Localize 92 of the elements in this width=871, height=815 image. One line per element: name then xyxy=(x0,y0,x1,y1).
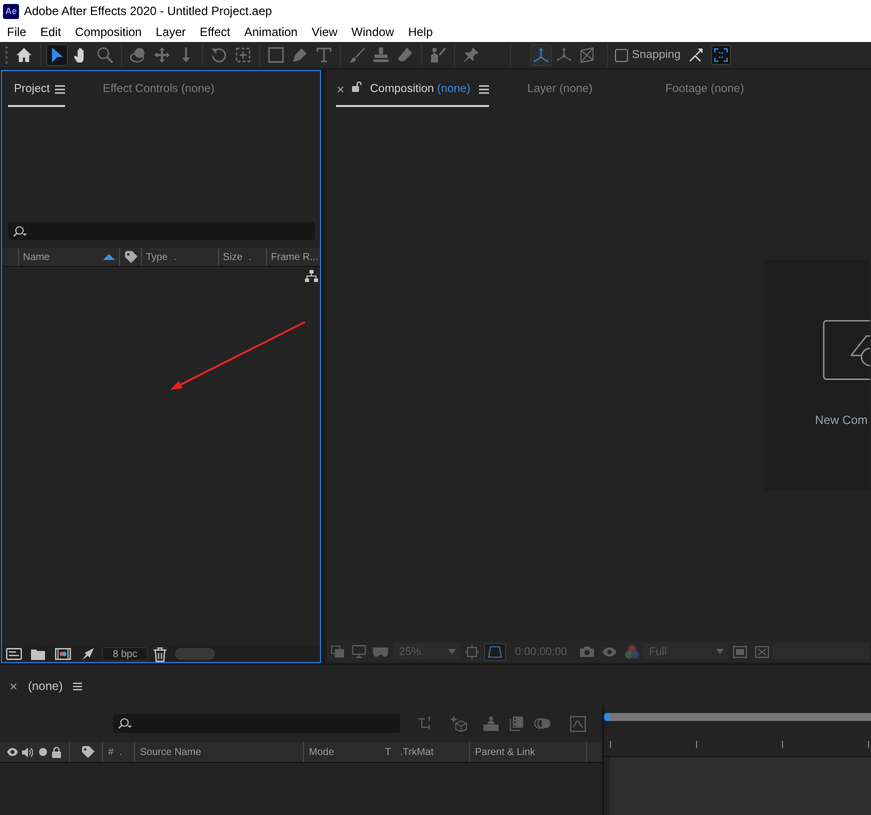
menu-icon[interactable] xyxy=(54,84,65,94)
branch-lines-icon[interactable] xyxy=(418,716,433,731)
column-header[interactable]: # xyxy=(108,746,114,758)
lock-icon[interactable] xyxy=(52,746,61,758)
tag-icon[interactable] xyxy=(82,746,96,758)
text-tool-icon xyxy=(316,47,332,63)
arrow-pointer-icon xyxy=(49,47,65,63)
panel-tab[interactable]: Effect Controls (none) xyxy=(96,71,214,107)
column-header[interactable]: Size xyxy=(223,252,242,262)
menu-item[interactable]: File xyxy=(0,22,34,42)
rotate-icon xyxy=(211,47,227,63)
close-icon[interactable] xyxy=(337,86,344,92)
menu-icon[interactable] xyxy=(479,84,490,94)
new-composition-button[interactable]: New Com xyxy=(764,260,870,490)
speaker-icon[interactable] xyxy=(22,746,33,758)
menu-item[interactable]: Animation xyxy=(237,22,305,42)
stamp-icon xyxy=(373,47,389,63)
panel-tab[interactable]: Composition (none) xyxy=(336,71,490,107)
column-header[interactable]: Parent & Link xyxy=(475,746,536,758)
sort-triangle-icon[interactable] xyxy=(103,254,115,260)
menu-item[interactable]: Layer xyxy=(148,22,193,42)
selection-tool-button[interactable] xyxy=(46,44,68,66)
brush-icon xyxy=(349,47,365,63)
card-lines-icon[interactable] xyxy=(6,648,22,660)
eraser-icon xyxy=(397,47,413,63)
column-marker: . xyxy=(120,746,122,758)
crossed-plane-icon xyxy=(579,47,595,63)
new-composition-icon xyxy=(823,320,870,380)
folder-icon[interactable] xyxy=(31,648,45,660)
search-field[interactable] xyxy=(8,222,315,240)
dashed-square-icon xyxy=(235,47,251,63)
app-logo: Ae xyxy=(3,4,19,18)
dashed-corners-icon xyxy=(714,48,728,62)
panel-tab[interactable]: Project xyxy=(8,71,65,107)
extents-toggle-button[interactable] xyxy=(710,45,731,65)
film-strip-icon[interactable] xyxy=(509,716,524,731)
magnifier-icon xyxy=(97,47,113,63)
close-icon[interactable] xyxy=(10,682,17,690)
column-header[interactable]: Name xyxy=(23,252,50,262)
axis-arrows-icon xyxy=(533,47,549,63)
column-header[interactable]: Frame R... xyxy=(271,252,318,262)
window-title: Adobe After Effects 2020 - Untitled Project.aep xyxy=(24,4,272,18)
timeline-tab[interactable]: (none) xyxy=(10,679,82,693)
film-frame-icon[interactable] xyxy=(55,648,71,660)
menu-item[interactable]: Effect xyxy=(192,22,238,42)
search-icon[interactable] xyxy=(13,226,27,236)
menu-item[interactable]: Window xyxy=(344,22,402,42)
orbit-icon xyxy=(130,47,146,63)
snapping-checkbox[interactable] xyxy=(615,48,628,62)
dot-icon[interactable] xyxy=(39,748,47,756)
column-marker: . xyxy=(248,252,252,262)
figure-behind-wall-icon[interactable] xyxy=(483,716,499,732)
panel-tab[interactable]: Footage (none) xyxy=(659,71,766,107)
eye-icon[interactable] xyxy=(7,748,18,756)
local-axis-button[interactable] xyxy=(530,44,552,66)
caret-icon xyxy=(716,649,724,654)
search-field[interactable] xyxy=(113,714,400,733)
column-header[interactable]: Source Name xyxy=(140,746,202,758)
tag-icon[interactable] xyxy=(125,251,139,263)
bit-depth-button[interactable]: 8 bpc xyxy=(102,647,148,661)
grip-icon[interactable] xyxy=(5,46,8,64)
menu-item[interactable]: Help xyxy=(401,22,440,42)
menu-icon[interactable] xyxy=(72,682,82,690)
panel-tab[interactable]: Layer (none) xyxy=(521,71,628,107)
column-header[interactable]: T xyxy=(385,746,392,758)
pushpin-icon xyxy=(463,47,479,63)
menu-item[interactable]: Edit xyxy=(33,22,68,42)
square-icon xyxy=(268,47,284,63)
flowchart-icon[interactable] xyxy=(305,270,318,282)
paper-plane-icon[interactable] xyxy=(81,648,94,660)
open-padlock-icon[interactable] xyxy=(352,80,362,92)
trapezoid-icon xyxy=(488,646,502,658)
scrollbar-thumb[interactable] xyxy=(175,648,215,660)
sparkle-cube-icon[interactable] xyxy=(450,715,467,732)
caret-icon xyxy=(448,649,456,654)
snapping-label[interactable]: Snapping xyxy=(632,49,681,61)
menu-item[interactable]: Composition xyxy=(68,22,149,42)
work-area-start-handle[interactable] xyxy=(604,713,610,721)
column-header[interactable]: Type xyxy=(146,252,168,262)
column-header[interactable]: Mode xyxy=(309,746,334,758)
pen-nib-icon xyxy=(292,47,308,63)
search-icon[interactable] xyxy=(118,718,132,729)
column-marker: . xyxy=(174,252,176,262)
menu-item[interactable]: View xyxy=(304,22,344,42)
figure-brush-icon xyxy=(430,47,446,63)
home-icon xyxy=(16,47,32,63)
trash-icon[interactable] xyxy=(153,646,167,662)
four-way-arrow-icon xyxy=(154,47,170,63)
angle-arrow-icon xyxy=(688,48,703,62)
axis-node-icon xyxy=(556,47,572,63)
column-header[interactable]: .TrkMat xyxy=(400,746,434,758)
graph-icon[interactable] xyxy=(570,716,586,732)
